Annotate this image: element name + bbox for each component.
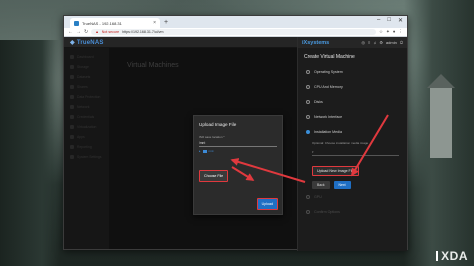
reload-icon[interactable]: ↻ bbox=[84, 29, 88, 35]
profile-icon[interactable]: ● bbox=[393, 29, 396, 35]
wizard-actions: Back Next bbox=[312, 181, 399, 189]
wallpaper-castle bbox=[427, 74, 455, 158]
create-vm-wizard-panel: iXsystems ◎ ≡ ♫ ⚙ admin ⏻ Create Virtual… bbox=[297, 37, 407, 251]
expand-icon[interactable]: ▸ bbox=[199, 149, 201, 153]
xda-watermark: XDA bbox=[436, 249, 468, 263]
upload-image-dialog: Upload Image File ISO save location * /m… bbox=[193, 115, 283, 215]
folder-icon bbox=[202, 149, 207, 153]
wallpaper-trees-left bbox=[0, 40, 60, 266]
browser-toolbar-icons: ☆ ✦ ● ⋮ bbox=[379, 29, 403, 35]
wizard-topbar: iXsystems ◎ ≡ ♫ ⚙ admin ⏻ bbox=[298, 37, 407, 48]
step-disks[interactable]: Disks bbox=[298, 94, 407, 109]
truenas-logo-icon: ◆ bbox=[70, 39, 75, 46]
file-tree-item[interactable]: ▸ mnt bbox=[199, 149, 277, 153]
iso-location-input[interactable]: /mnt bbox=[199, 140, 277, 147]
dialog-title: Upload Image File bbox=[199, 122, 237, 127]
back-button[interactable]: Back bbox=[312, 181, 330, 189]
choose-file-button[interactable]: Choose File bbox=[199, 170, 229, 182]
star-icon[interactable]: ☆ bbox=[379, 29, 383, 35]
not-secure-warning-icon[interactable]: ▲ bbox=[95, 30, 99, 34]
menu-icon[interactable]: ⋮ bbox=[399, 29, 404, 35]
step-dot-icon bbox=[306, 69, 310, 74]
user-name[interactable]: admin bbox=[386, 40, 397, 45]
power-icon[interactable]: ⏻ bbox=[400, 40, 403, 45]
step-network-interface[interactable]: Network Interface bbox=[298, 109, 407, 124]
wizard-title: Create Virtual Machine bbox=[304, 54, 355, 60]
window-controls: – □ ✕ bbox=[377, 17, 403, 24]
minimize-icon[interactable]: – bbox=[377, 17, 380, 24]
forward-icon[interactable]: → bbox=[76, 29, 81, 35]
step-cpu-memory[interactable]: CPU And Memory bbox=[298, 79, 407, 94]
step-installation-media[interactable]: Installation Media bbox=[298, 124, 407, 139]
not-secure-label: Not secure bbox=[101, 30, 120, 34]
topbar-icons: ◎ ≡ ♫ ⚙ admin ⏻ bbox=[361, 40, 403, 45]
notifications-icon[interactable]: ♫ bbox=[373, 40, 376, 45]
url-text: https://192.168.31.7/ui/vm bbox=[122, 30, 164, 34]
install-media-field-label: Optional: Choose installation media imag… bbox=[312, 141, 369, 145]
step-operating-system[interactable]: Operating System bbox=[298, 64, 407, 79]
truenas-favicon-icon bbox=[74, 20, 79, 26]
settings-gear-icon[interactable]: ⚙ bbox=[379, 40, 383, 45]
browser-window: TrueNAS - 192.168.31 × + – □ ✕ ← → ↻ ▲ N… bbox=[63, 15, 408, 251]
browser-tabbar: TrueNAS - 192.168.31 × + – □ ✕ bbox=[64, 16, 407, 28]
xda-bar-icon bbox=[436, 251, 439, 261]
install-media-select[interactable]: ▾ bbox=[312, 148, 399, 156]
maximize-icon[interactable]: □ bbox=[387, 17, 391, 24]
back-icon[interactable]: ← bbox=[68, 29, 73, 35]
url-input[interactable]: ▲ Not secure https://192.168.31.7/ui/vm bbox=[91, 29, 376, 35]
close-window-icon[interactable]: ✕ bbox=[398, 17, 403, 24]
step-gpu[interactable]: GPU bbox=[298, 189, 407, 204]
truecommand-icon[interactable]: ◎ bbox=[361, 40, 365, 45]
ixsystems-logo[interactable]: iXsystems bbox=[302, 40, 329, 46]
step-dot-icon bbox=[306, 114, 310, 119]
truenas-app: ◆ TrueNAS Dashboard Storage Datasets Shar… bbox=[64, 37, 407, 251]
step-dot-icon bbox=[306, 194, 310, 199]
new-tab-icon[interactable]: + bbox=[164, 18, 168, 28]
next-button[interactable]: Next bbox=[333, 181, 351, 189]
step-dot-icon bbox=[306, 129, 310, 134]
truenas-logo[interactable]: ◆ TrueNAS bbox=[70, 39, 104, 46]
browser-tab[interactable]: TrueNAS - 192.168.31 × bbox=[70, 18, 160, 28]
step-dot-icon bbox=[306, 209, 310, 214]
iso-location-label: ISO save location * bbox=[199, 135, 225, 139]
browser-tab-title: TrueNAS - 192.168.31 bbox=[82, 20, 122, 26]
upload-button[interactable]: Upload bbox=[256, 198, 278, 210]
installation-media-body: Optional: Choose installation media imag… bbox=[298, 139, 407, 189]
step-confirm-options[interactable]: Confirm Options bbox=[298, 204, 407, 219]
step-dot-icon bbox=[306, 84, 310, 89]
jobs-icon[interactable]: ≡ bbox=[368, 40, 370, 45]
close-tab-icon[interactable]: × bbox=[153, 20, 156, 26]
upload-new-image-button[interactable]: Upload New Image File bbox=[312, 166, 360, 176]
extensions-icon[interactable]: ✦ bbox=[386, 29, 390, 35]
step-dot-icon bbox=[306, 99, 310, 104]
address-bar: ← → ↻ ▲ Not secure https://192.168.31.7/… bbox=[64, 28, 407, 37]
